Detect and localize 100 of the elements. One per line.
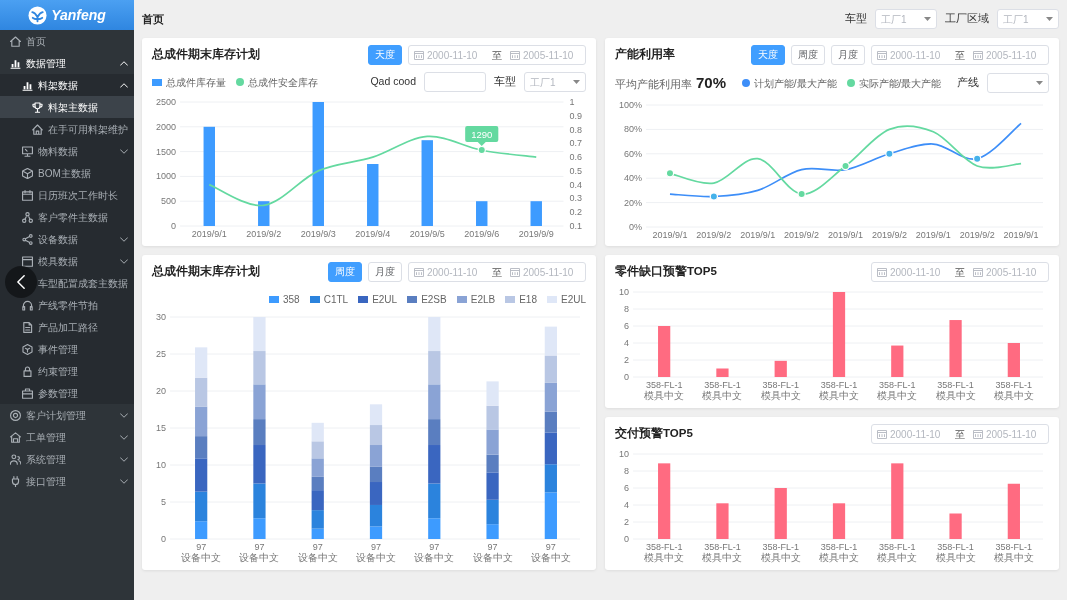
bar-segment bbox=[253, 351, 266, 385]
range-separator: 至 bbox=[955, 265, 965, 280]
bar-segment bbox=[428, 384, 441, 420]
legend-label: E2UL bbox=[561, 293, 586, 307]
calendar-icon bbox=[510, 50, 520, 60]
x-axis-label: 2019/9/2 bbox=[871, 229, 907, 240]
y-axis-label: 2 bbox=[624, 355, 629, 365]
date-input[interactable]: 2005-11-10 bbox=[523, 264, 580, 280]
headset-icon bbox=[22, 299, 33, 311]
x-axis-label: 358-FL-1 模具中文 bbox=[819, 380, 859, 401]
menu-item[interactable]: 数据管理 bbox=[0, 52, 134, 74]
y-axis-label: 6 bbox=[624, 483, 629, 493]
bar-segment bbox=[369, 445, 383, 467]
period-tab[interactable]: 月度 bbox=[368, 262, 402, 282]
menu-item[interactable]: 模具数据 bbox=[0, 250, 134, 272]
bar-segment bbox=[486, 405, 499, 430]
calendar-icon bbox=[414, 267, 424, 277]
menu-item[interactable]: 参数管理 bbox=[0, 382, 134, 404]
period-tab[interactable]: 月度 bbox=[831, 45, 865, 65]
legend-label: E2UL bbox=[372, 293, 398, 307]
menu-item[interactable]: 工单管理 bbox=[0, 426, 134, 448]
x-axis-label: 97 设备中文 bbox=[356, 542, 396, 563]
x-axis-label: 97 设备中文 bbox=[530, 542, 571, 563]
x-axis-label: 2019/9/1 bbox=[740, 229, 776, 240]
cube-icon bbox=[22, 167, 33, 179]
menu-item[interactable]: 在手可用料架维护 bbox=[0, 118, 134, 140]
summary-value: 70% bbox=[696, 73, 727, 93]
x-axis-label: 358-FL-1 模具中文 bbox=[644, 542, 685, 563]
date-range-picker[interactable]: 2000-11-10 至 2005-11-10 bbox=[871, 45, 1049, 65]
menu-item[interactable]: 接口管理 bbox=[0, 470, 134, 492]
menu-item[interactable]: 约束管理 bbox=[0, 360, 134, 382]
select-field[interactable] bbox=[987, 73, 1049, 94]
select-field[interactable]: 工厂1 bbox=[997, 9, 1059, 29]
calendar-icon bbox=[510, 267, 520, 277]
range-separator: 至 bbox=[492, 48, 502, 63]
logo-text: Yanfeng bbox=[51, 5, 106, 25]
y-axis-label: 100% bbox=[619, 99, 643, 110]
menu-item[interactable]: 物料数据 bbox=[0, 140, 134, 162]
menu-item[interactable]: 事件管理 bbox=[0, 338, 134, 360]
y-axis-label: 0.3 bbox=[569, 193, 582, 204]
target-icon bbox=[10, 409, 21, 421]
range-separator: 至 bbox=[955, 427, 965, 442]
date-input[interactable]: 2000-11-10 bbox=[427, 264, 484, 280]
y-axis-label: 15 bbox=[156, 423, 166, 433]
date-input[interactable]: 2005-11-10 bbox=[523, 47, 580, 63]
menu-item[interactable]: 料架数据 bbox=[0, 74, 134, 96]
legend-label: 358 bbox=[283, 293, 300, 307]
x-axis-label: 358-FL-1 模具中文 bbox=[993, 380, 1034, 401]
card-title: 总成件期末库存计划 bbox=[152, 263, 260, 280]
home-icon bbox=[10, 35, 21, 47]
hierarchy-icon bbox=[22, 211, 33, 223]
y-axis-label: 0.5 bbox=[569, 165, 582, 176]
y-axis-label: 0% bbox=[629, 221, 643, 232]
date-input[interactable]: 2000-11-10 bbox=[890, 264, 947, 280]
x-axis-label: 2019/9/1 bbox=[828, 229, 864, 240]
y-axis-label: 4 bbox=[624, 338, 629, 348]
select-field[interactable]: 工厂1 bbox=[875, 9, 937, 29]
chevron-left-icon bbox=[17, 275, 25, 289]
date-input[interactable]: 2005-11-10 bbox=[986, 264, 1043, 280]
y-axis-label: 0.8 bbox=[569, 124, 582, 135]
y-axis-label: 2 bbox=[624, 517, 629, 527]
menu-item[interactable]: 车型配置成套主数据 bbox=[0, 272, 134, 294]
menu-item[interactable]: 设备数据 bbox=[0, 228, 134, 250]
date-range-picker[interactable]: 2000-11-10 至 2005-11-10 bbox=[871, 262, 1049, 282]
x-axis-label: 358-FL-1 模具中文 bbox=[702, 380, 743, 401]
menu-item[interactable]: 产线零件节拍 bbox=[0, 294, 134, 316]
y-axis-label: 25 bbox=[156, 349, 166, 359]
period-tab[interactable]: 周度 bbox=[791, 45, 825, 65]
bar-segment bbox=[253, 317, 266, 352]
x-axis-label: 97 设备中文 bbox=[181, 542, 222, 563]
legend-label: E18 bbox=[519, 293, 537, 307]
bar-segment bbox=[544, 355, 557, 383]
date-range-picker[interactable]: 2000-11-10 至 2005-11-10 bbox=[871, 424, 1049, 444]
y-axis-label: 0.4 bbox=[569, 179, 582, 190]
bar-segment bbox=[486, 381, 499, 406]
logo-icon bbox=[28, 5, 48, 25]
menu-item[interactable]: 料架主数据 bbox=[0, 96, 134, 118]
menu-item[interactable]: 客户计划管理 bbox=[0, 404, 134, 426]
x-axis-label: 2019/9/1 bbox=[652, 229, 688, 240]
calendar-icon bbox=[973, 50, 983, 60]
date-input[interactable]: 2005-11-10 bbox=[986, 426, 1043, 442]
bar-chart-icon bbox=[22, 79, 33, 91]
menu-item[interactable]: 系统管理 bbox=[0, 448, 134, 470]
y-axis-label: 0.1 bbox=[569, 221, 582, 231]
x-axis-label: 358-FL-1 模具中文 bbox=[877, 542, 918, 563]
date-input[interactable]: 2000-11-10 bbox=[890, 426, 947, 442]
date-range-picker[interactable]: 2000-11-10 至 2005-11-10 bbox=[408, 262, 586, 282]
legend-label: 计划产能/最大产能 bbox=[753, 76, 837, 91]
date-input[interactable]: 2000-11-10 bbox=[427, 47, 484, 63]
bar-segment bbox=[311, 441, 324, 459]
menu-item[interactable]: 产品加工路径 bbox=[0, 316, 134, 338]
date-input[interactable]: 2005-11-10 bbox=[986, 47, 1043, 63]
menu-item[interactable]: 日历班次工作时长 bbox=[0, 184, 134, 206]
legend-label: E2LB bbox=[470, 293, 496, 307]
menu-item[interactable]: 客户零件主数据 bbox=[0, 206, 134, 228]
bar-segment bbox=[311, 422, 324, 442]
menu-item[interactable]: BOM主数据 bbox=[0, 162, 134, 184]
date-range-picker[interactable]: 2000-11-10 至 2005-11-10 bbox=[408, 45, 586, 65]
menu-item[interactable]: 首页 bbox=[0, 30, 134, 52]
date-input[interactable]: 2000-11-10 bbox=[890, 47, 947, 63]
